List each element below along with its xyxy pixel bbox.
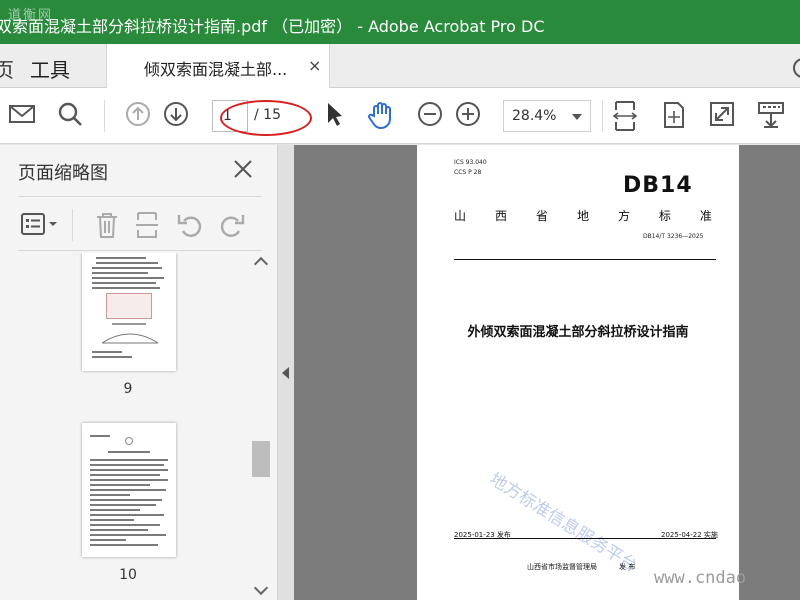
footer-rule — [454, 538, 716, 539]
close-panel-icon[interactable] — [233, 159, 253, 179]
close-tab-icon[interactable]: × — [308, 56, 321, 75]
thumbnail-page-10[interactable] — [82, 423, 176, 557]
panel-collapse-bar[interactable] — [278, 145, 294, 600]
zoom-select[interactable]: 28.4% — [503, 100, 591, 132]
tools-icon[interactable] — [756, 100, 786, 130]
scroll-up-icon[interactable] — [253, 256, 269, 272]
fullscreen-icon[interactable] — [708, 100, 736, 128]
ccs-code: CCS P 28 — [454, 169, 482, 176]
issuer: 山西省市场监督管理局 — [527, 563, 597, 571]
chevron-down-icon — [572, 114, 582, 120]
window-title: 双索面混凝土部分斜拉桥设计指南.pdf （已加密） - Adobe Acroba… — [0, 17, 545, 36]
ics-code: ICS 93.040 — [454, 159, 487, 166]
collapse-arrow-icon[interactable] — [282, 367, 289, 379]
annotation-circle — [220, 100, 312, 136]
rotate-right-icon[interactable] — [218, 211, 246, 243]
toolbar-divider — [104, 100, 105, 132]
site-watermark: www.cndao — [654, 568, 747, 588]
standard-code: DB14 — [623, 173, 693, 198]
tab-tools[interactable]: 工具 — [30, 54, 70, 83]
hand-icon[interactable] — [366, 100, 396, 130]
options-menu-icon[interactable] — [20, 211, 62, 241]
zoom-in-icon[interactable] — [454, 100, 482, 128]
title-bar: 道衡网 双索面混凝土部分斜拉桥设计指南.pdf （已加密） - Adobe Ac… — [0, 0, 800, 44]
extract-page-icon[interactable] — [134, 211, 160, 243]
issue-label: 发 布 — [619, 563, 636, 571]
panel-toolbar — [0, 203, 278, 249]
tab-document[interactable]: 倾双索面混凝土部... × — [106, 44, 330, 88]
document-page: ICS 93.040 CCS P 28 DB14 山 西 省 地 方 标 准 D… — [417, 145, 739, 600]
panel-title: 页面缩略图 — [18, 163, 108, 184]
panel-divider — [18, 250, 262, 251]
document-view[interactable]: ICS 93.040 CCS P 28 DB14 山 西 省 地 方 标 准 D… — [294, 145, 800, 600]
thumbnail-scrollbar[interactable] — [252, 253, 272, 600]
thumbnail-page-9[interactable] — [82, 253, 176, 371]
scrollbar-thumb[interactable] — [252, 441, 270, 477]
select-arrow-icon[interactable] — [322, 100, 346, 128]
help-icon[interactable] — [793, 58, 800, 78]
thumbnail-list: 9 10 — [0, 253, 262, 600]
trash-icon[interactable] — [94, 211, 120, 243]
scroll-down-icon[interactable] — [253, 580, 269, 596]
page-down-icon[interactable] — [162, 100, 190, 128]
page-up-icon[interactable] — [124, 100, 152, 128]
toolbar-divider — [602, 100, 603, 132]
main-toolbar — [0, 88, 800, 144]
rotate-page-icon[interactable] — [660, 100, 688, 130]
tab-home[interactable]: 页 — [0, 54, 14, 83]
mail-icon[interactable] — [8, 100, 36, 128]
thumbnail-label: 10 — [119, 567, 137, 583]
search-icon[interactable] — [56, 100, 84, 128]
document-title: 外倾双索面混凝土部分斜拉桥设计指南 — [467, 325, 689, 340]
fit-page-icon[interactable] — [612, 100, 638, 132]
panel-divider — [18, 196, 262, 197]
document-tab-label: 倾双索面混凝土部... — [144, 60, 288, 79]
rotate-left-icon[interactable] — [176, 211, 204, 243]
header-rule — [454, 259, 716, 260]
thumbnail-label: 9 — [123, 381, 133, 397]
tab-bar: 页 工具 倾双索面混凝土部... × — [0, 44, 800, 88]
zoom-out-icon[interactable] — [416, 100, 444, 128]
standard-type: 山 西 省 地 方 标 准 — [454, 209, 712, 223]
thumbnails-panel: 页面缩略图 9 10 — [0, 145, 278, 600]
page-watermark: 地方标准信息服务平台 — [485, 469, 641, 577]
zoom-value: 28.4% — [512, 108, 557, 124]
panel-divider — [72, 209, 73, 241]
standard-number: DB14/T 3236—2025 — [643, 233, 704, 240]
